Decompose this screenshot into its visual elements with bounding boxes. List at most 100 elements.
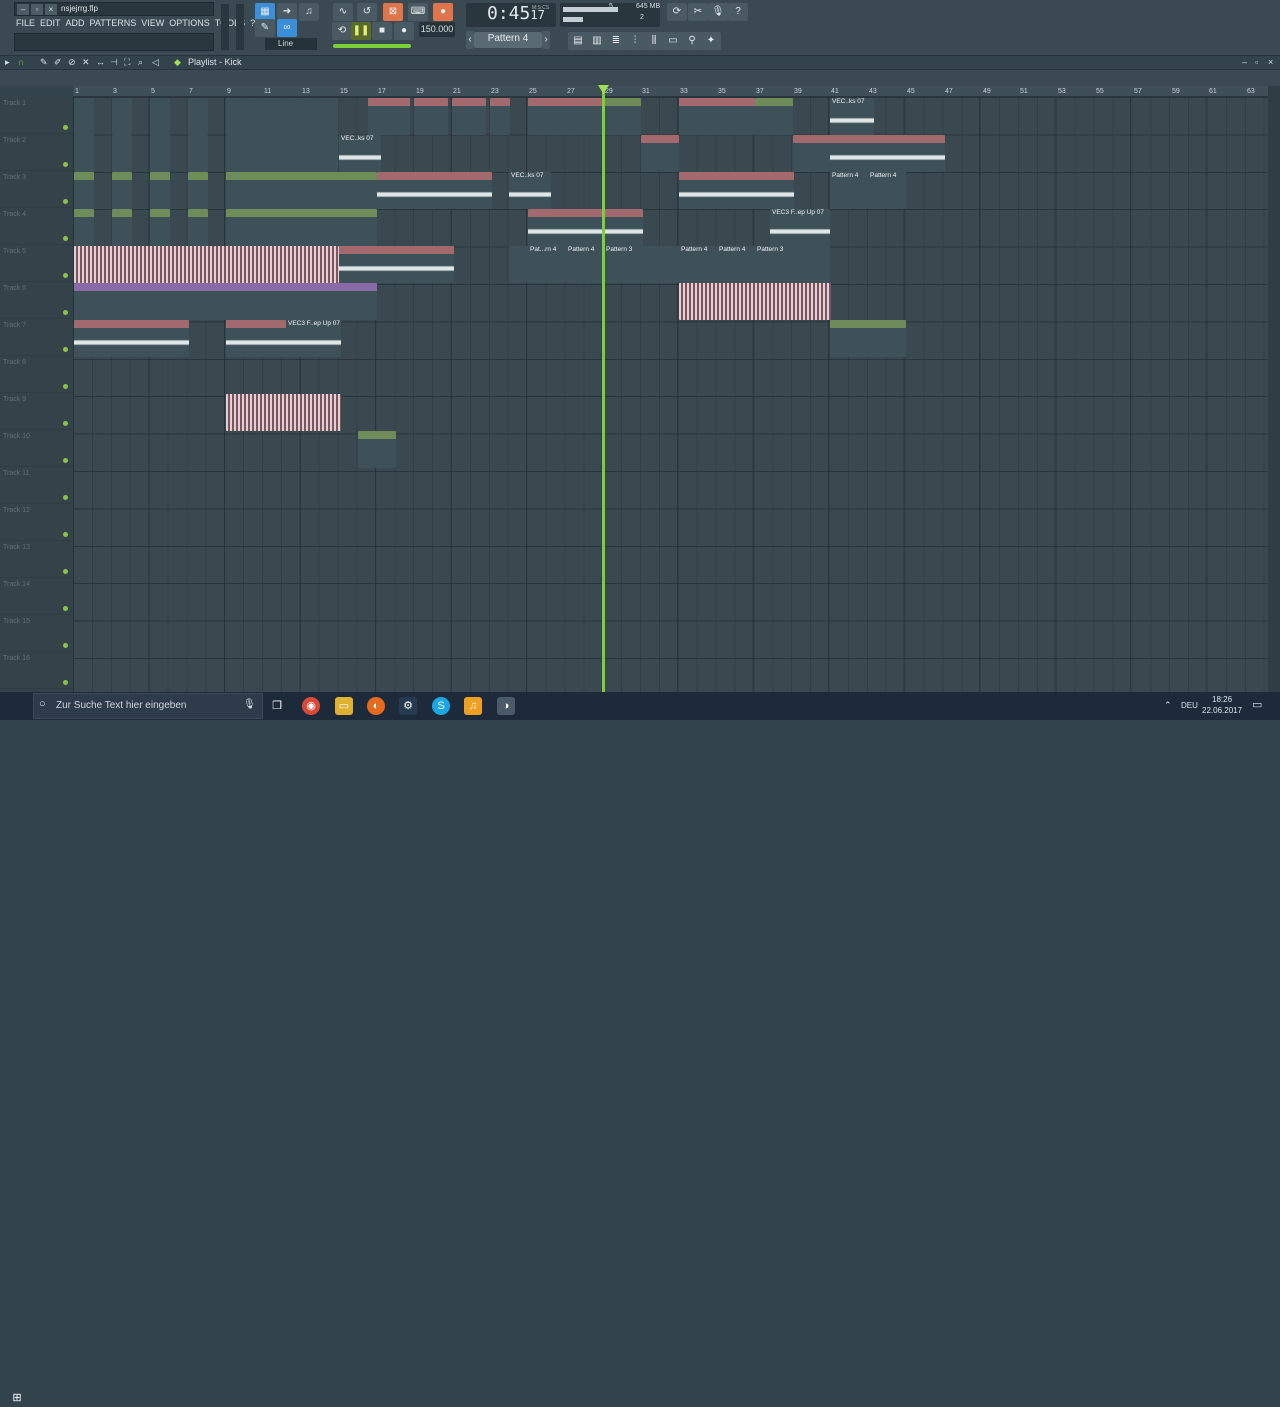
magnet-icon[interactable]: ∩ (18, 57, 24, 67)
track-mute-led[interactable] (63, 162, 68, 167)
menu-file[interactable]: FILE (16, 18, 35, 30)
automation-clip[interactable] (112, 209, 132, 246)
wave-icon[interactable]: ∿ (333, 3, 353, 21)
audio-clip[interactable] (414, 98, 448, 135)
track-header[interactable]: Track 9 (0, 393, 73, 430)
audio-clip[interactable] (793, 135, 831, 172)
typing-keyboard-icon[interactable]: ⌨ (408, 3, 428, 21)
record-mode-icon[interactable]: ● (433, 3, 453, 21)
automation-clip[interactable] (112, 172, 132, 209)
language-indicator[interactable]: DEU (1181, 701, 1198, 710)
audio-clip[interactable] (226, 394, 341, 431)
pattern-clip[interactable] (112, 98, 132, 135)
audio-clip[interactable]: Lunacrash01 (830, 135, 945, 172)
audio-clip[interactable] (679, 98, 755, 135)
playlist-maximize-icon[interactable]: ▫ (1255, 57, 1258, 67)
playlist-grid[interactable]: VEC..ks 07 VEC..ks 07 Lunacrash01 Lead 2… (73, 97, 1268, 692)
pencil-tool-icon[interactable]: ✎ (40, 57, 48, 68)
minimize-button[interactable]: – (17, 4, 29, 15)
speaker-icon[interactable]: ◁ (152, 57, 159, 68)
track-header[interactable]: Track 12 (0, 504, 73, 541)
audio-clip[interactable] (755, 98, 793, 135)
track-header[interactable]: Track 5 (0, 245, 73, 282)
task-view-icon[interactable]: ❐ (268, 697, 286, 715)
track-header[interactable]: Track 2 (0, 134, 73, 171)
track-mute-led[interactable] (63, 458, 68, 463)
track-header[interactable]: Track 14 (0, 578, 73, 615)
track-mute-led[interactable] (63, 495, 68, 500)
pattern-clip[interactable]: Pattern 4 (717, 246, 755, 283)
steam-icon[interactable]: ⚙ (399, 697, 417, 715)
record-button[interactable]: ● (394, 22, 414, 40)
wrench-icon[interactable]: ✦ (701, 32, 721, 50)
app-icon[interactable]: ◑ (497, 697, 515, 715)
pause-button[interactable]: ❚❚ (351, 22, 371, 40)
brush-tool-icon[interactable]: ✐ (54, 57, 62, 68)
pattern-clip[interactable] (112, 135, 132, 172)
microphone-icon[interactable]: 🎙 (243, 699, 256, 710)
audio-clip[interactable]: VEC3 F..ep Up 07 (770, 209, 830, 246)
windows-start-icon[interactable]: ⊞ (8, 1389, 26, 1407)
audio-clip[interactable]: Lunacrash01 (226, 320, 286, 357)
menu-patterns[interactable]: PATTERNS (90, 18, 137, 30)
mixer-icon[interactable]: ⫼ (644, 32, 664, 50)
audio-clip[interactable] (509, 246, 528, 283)
audio-clip[interactable] (528, 98, 603, 135)
notification-icon[interactable]: ▭ (1252, 698, 1262, 711)
pattern-clip[interactable] (150, 135, 170, 172)
firefox-icon[interactable]: ◐ (367, 697, 385, 715)
loop-icon[interactable]: ↺ (357, 3, 377, 21)
refresh-icon[interactable]: ⟳ (667, 3, 687, 21)
slip-tool-icon[interactable]: ↔ (96, 57, 105, 67)
pattern-clip[interactable] (226, 98, 338, 135)
audio-clip[interactable]: Lunacrash01 (74, 320, 189, 357)
playlist-minimize-icon[interactable]: – (1242, 57, 1247, 67)
snap-select[interactable]: Line (265, 38, 317, 50)
track-header[interactable]: Track 8 (0, 356, 73, 393)
mute-tool-icon[interactable]: ⊘ (68, 57, 76, 68)
pattern-clip[interactable] (74, 98, 94, 135)
track-mute-led[interactable] (63, 347, 68, 352)
timeline-ruler[interactable]: 1 3 5 7 9 11 13 15 17 19 21 23 25 27 29 … (73, 86, 1268, 97)
pattern-clip[interactable] (188, 135, 208, 172)
help-icon[interactable]: ? (728, 3, 748, 21)
audio-clip[interactable] (74, 246, 214, 283)
automation-clip[interactable] (150, 172, 170, 209)
track-mute-led[interactable] (63, 384, 68, 389)
audio-clip[interactable]: VEC..ks 07 (509, 172, 551, 209)
slice-tool-icon[interactable]: ⊣ (110, 57, 118, 68)
zoom-tool-icon[interactable]: ⌕ (138, 57, 143, 68)
track-header[interactable]: Track 10 (0, 430, 73, 467)
playhead[interactable] (602, 86, 605, 692)
playlist-icon[interactable]: ▤ (568, 32, 588, 50)
audio-clip[interactable]: Lunacrash01 (528, 209, 643, 246)
pattern-clip[interactable]: Pattern 3 (755, 246, 830, 283)
automation-clip[interactable]: Lead 2 - FilterCtl Cutoff envelope (226, 172, 377, 209)
audio-clip[interactable]: Lunacrash01 (679, 172, 794, 209)
link-icon[interactable]: ∞ (277, 19, 297, 37)
pattern-song-toggle-icon[interactable]: ⟲ (332, 22, 352, 40)
master-volume-slider[interactable] (221, 4, 229, 50)
audio-clip[interactable]: VEC..ks 07 (830, 98, 874, 135)
playlist-close-icon[interactable]: × (1268, 57, 1273, 67)
audio-clip[interactable] (368, 98, 410, 135)
track-mute-led[interactable] (63, 199, 68, 204)
menu-arrow-icon[interactable]: ▸ (5, 57, 10, 68)
file-explorer-icon[interactable]: ▭ (335, 697, 353, 715)
automation-clip[interactable] (74, 209, 94, 246)
delete-tool-icon[interactable]: ✕ (82, 57, 90, 68)
automation-clip[interactable] (74, 172, 94, 209)
menu-edit[interactable]: EDIT (40, 18, 61, 30)
skype-icon[interactable]: S (432, 697, 450, 715)
track-mute-led[interactable] (63, 606, 68, 611)
pattern-clip[interactable]: Pat...rn 4 (528, 246, 566, 283)
restore-button[interactable]: ▫ (31, 4, 43, 15)
automation-clip[interactable]: Lead 1 - Fi.. envelope (830, 320, 906, 357)
track-mute-led[interactable] (63, 421, 68, 426)
vertical-scrollbar[interactable] (1268, 86, 1280, 692)
metronome-icon[interactable]: ♫ (299, 3, 319, 21)
track-mute-led[interactable] (63, 680, 68, 685)
track-mute-led[interactable] (63, 643, 68, 648)
audio-clip[interactable] (452, 98, 486, 135)
audio-clip[interactable]: VEC3 F..ep Up 07 (286, 320, 341, 357)
